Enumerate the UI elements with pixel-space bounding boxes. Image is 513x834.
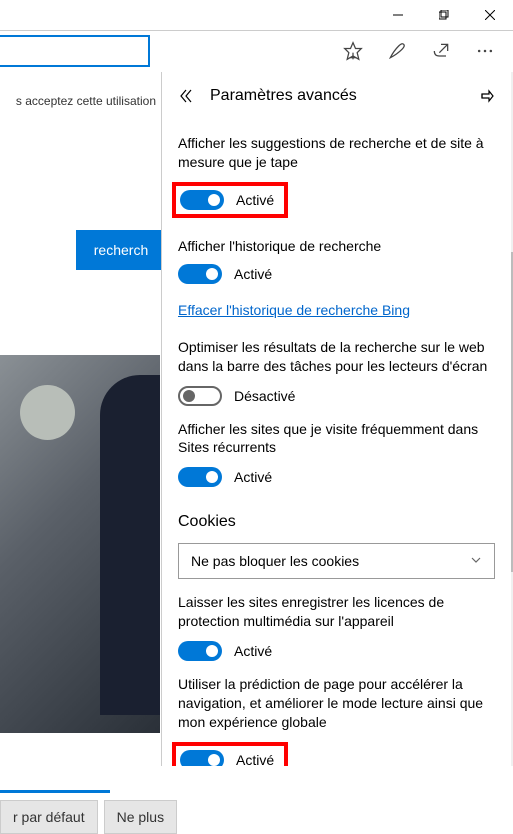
tab-noplus[interactable]: Ne plus (104, 800, 177, 834)
cookies-select-value: Ne pas bloquer les cookies (191, 553, 359, 569)
notes-icon[interactable] (377, 31, 417, 71)
favorites-icon[interactable] (333, 31, 373, 71)
close-button[interactable] (467, 0, 513, 30)
pin-button[interactable] (477, 88, 497, 104)
setting-history-label: Afficher l'historique de recherche (178, 238, 495, 254)
background-page: s acceptez cette utilisation recherch r … (0, 70, 160, 768)
toggle-optimize[interactable] (178, 386, 222, 406)
toggle-frequent-state: Activé (234, 469, 272, 485)
cookies-section-title: Cookies (178, 513, 495, 531)
bottom-tabs: r par défaut Ne plus (0, 800, 177, 834)
more-icon[interactable] (465, 31, 505, 71)
toggle-prediction-state: Activé (236, 752, 274, 766)
cookie-banner-text: s acceptez cette utilisation (0, 70, 160, 112)
minimize-button[interactable] (375, 0, 421, 30)
clear-bing-history-link[interactable]: Effacer l'historique de recherche Bing (178, 302, 410, 318)
setting-media-label: Laisser les sites enregistrer les licenc… (178, 593, 495, 631)
maximize-button[interactable] (421, 0, 467, 30)
toggle-frequent[interactable] (178, 467, 222, 487)
window-titlebar (0, 0, 513, 30)
setting-frequent-label: Afficher les sites que je visite fréquem… (178, 420, 495, 458)
toolbar-area (0, 30, 513, 70)
toggle-history-state: Activé (234, 266, 272, 282)
address-bar[interactable] (0, 35, 150, 67)
toggle-suggestions-state: Activé (236, 192, 274, 208)
browser-toolbar (325, 31, 513, 71)
article-image (0, 355, 160, 733)
tab-default[interactable]: r par défaut (0, 800, 98, 834)
chevron-down-icon (470, 554, 482, 569)
toggle-media[interactable] (178, 641, 222, 661)
setting-suggestions-label: Afficher les suggestions de recherche et… (178, 134, 495, 172)
toggle-history[interactable] (178, 264, 222, 284)
cookies-select[interactable]: Ne pas bloquer les cookies (178, 543, 495, 579)
panel-header: Paramètres avancés (162, 72, 511, 120)
tab-indicator (0, 790, 110, 793)
toggle-prediction[interactable] (180, 750, 224, 766)
settings-panel: Paramètres avancés Afficher les suggesti… (161, 72, 511, 766)
toggle-media-state: Activé (234, 643, 272, 659)
highlight-box-2: Activé (172, 742, 288, 766)
search-button[interactable]: recherch (76, 230, 166, 270)
panel-body: Afficher les suggestions de recherche et… (162, 120, 511, 766)
back-button[interactable] (176, 88, 196, 104)
setting-optimize-label: Optimiser les résultats de la recherche … (178, 338, 495, 376)
toggle-suggestions[interactable] (180, 190, 224, 210)
share-icon[interactable] (421, 31, 461, 71)
highlight-box-1: Activé (172, 182, 288, 218)
toggle-optimize-state: Désactivé (234, 388, 295, 404)
setting-prediction-label: Utiliser la prédiction de page pour accé… (178, 675, 495, 732)
panel-title: Paramètres avancés (210, 87, 463, 105)
